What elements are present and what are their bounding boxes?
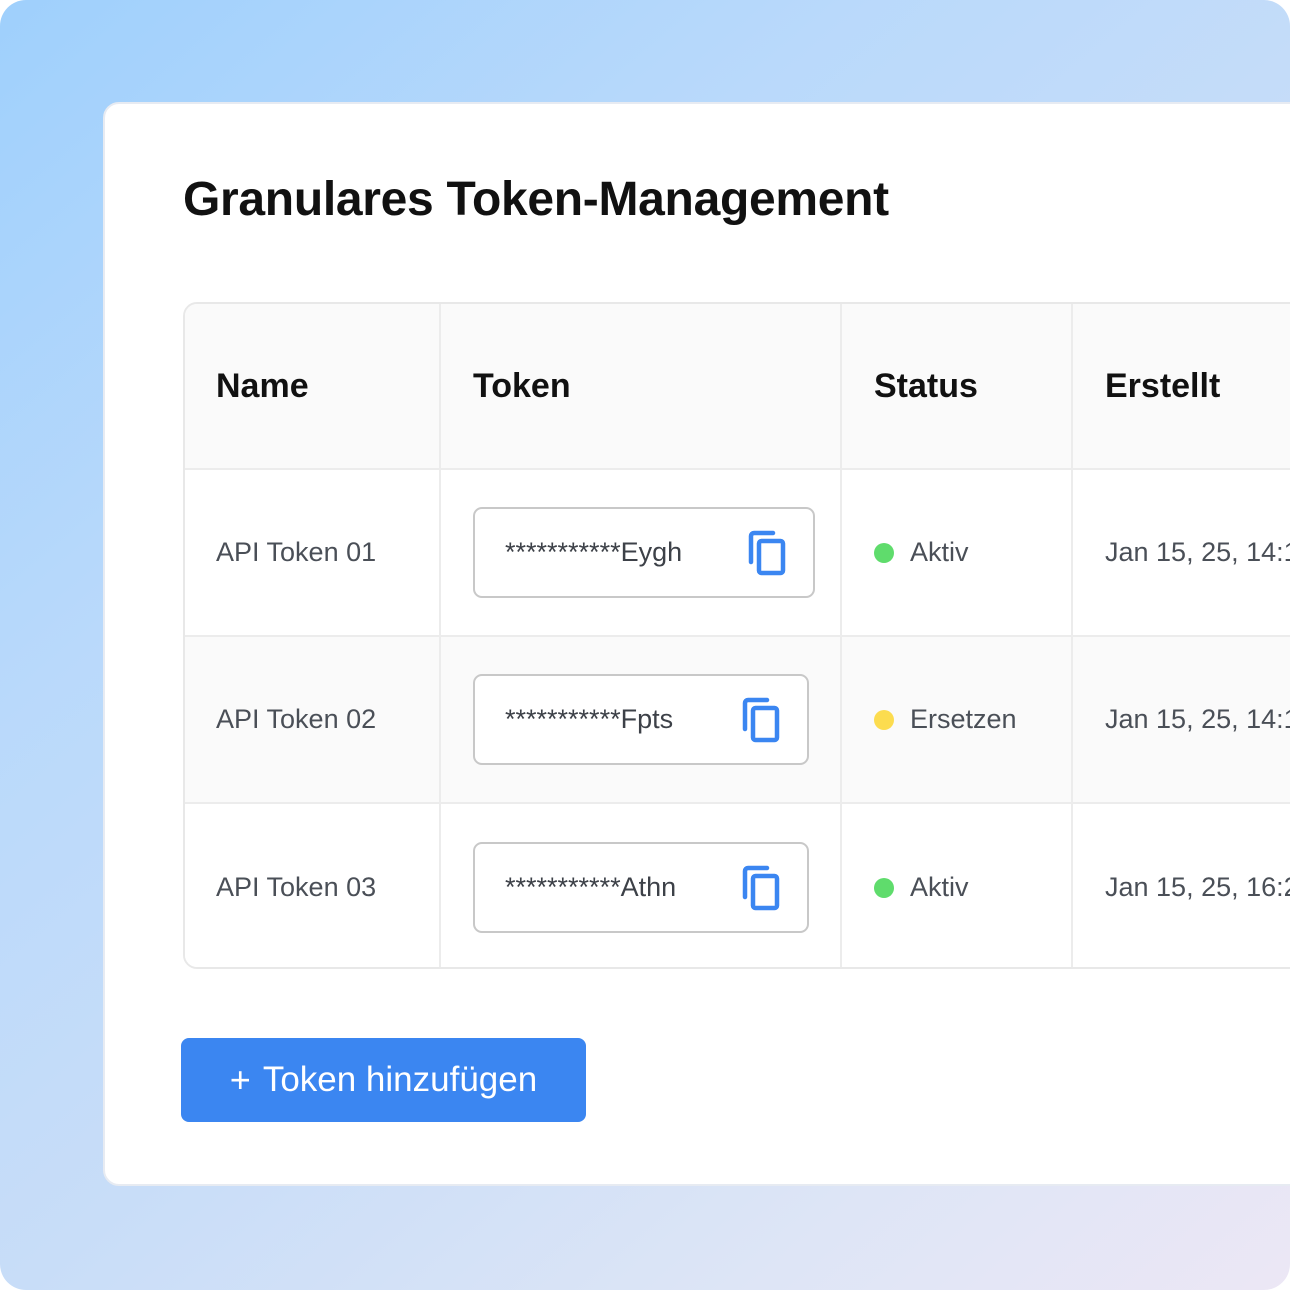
- token-status-cell: Ersetzen: [842, 637, 1073, 802]
- token-created-date: Jan 15, 25, 16:2: [1105, 872, 1290, 902]
- table-row: API Token 03 ***********Athn Aktiv Jan 1…: [185, 804, 1290, 967]
- token-field: ***********Fpts: [473, 674, 809, 765]
- token-field: ***********Athn: [473, 842, 809, 933]
- token-management-card: Granulares Token-Management Name Token S…: [103, 102, 1290, 1186]
- column-header-created: Erstellt: [1073, 304, 1290, 468]
- status-indicator-dot: [874, 542, 894, 563]
- token-name-cell: API Token 02: [185, 637, 441, 802]
- page-title: Granulares Token-Management: [183, 173, 889, 226]
- token-created-date: Jan 15, 25, 14:1: [1105, 537, 1290, 567]
- token-created-date: Jan 15, 25, 14:1: [1105, 704, 1290, 734]
- token-name: API Token 03: [216, 872, 377, 902]
- column-header-name: Name: [185, 304, 441, 468]
- token-status-cell: Aktiv: [842, 804, 1073, 967]
- token-created-cell: Jan 15, 25, 16:2: [1073, 804, 1290, 967]
- token-status: Aktiv: [910, 872, 969, 902]
- token-status-cell: Aktiv: [842, 470, 1073, 635]
- token-name: API Token 02: [216, 704, 377, 734]
- token-field: ***********Eygh: [473, 507, 815, 598]
- plus-icon: +: [229, 1059, 251, 1100]
- table-row: API Token 02 ***********Fpts Ersetzen Ja…: [185, 637, 1290, 804]
- token-created-cell: Jan 15, 25, 14:1: [1073, 470, 1290, 635]
- copy-icon[interactable]: [741, 697, 781, 743]
- token-table: Name Token Status Erstellt API Token 01: [183, 302, 1290, 969]
- token-status: Ersetzen: [910, 704, 1017, 734]
- copy-icon[interactable]: [747, 530, 787, 576]
- status-indicator-dot: [874, 709, 894, 730]
- token-name: API Token 01: [216, 537, 377, 567]
- copy-icon[interactable]: [741, 865, 781, 911]
- status-indicator-dot: [874, 877, 894, 898]
- token-name-cell: API Token 03: [185, 804, 441, 967]
- token-value-cell: ***********Fpts: [441, 637, 842, 802]
- column-header-status-label: Status: [874, 366, 978, 405]
- token-name-cell: API Token 01: [185, 470, 441, 635]
- token-masked-value: ***********Eygh: [505, 537, 683, 567]
- token-status: Aktiv: [910, 537, 969, 567]
- table-header-row: Name Token Status Erstellt: [185, 304, 1290, 470]
- table-row: API Token 01 ***********Eygh Aktiv Jan 1…: [185, 470, 1290, 637]
- add-token-button[interactable]: + Token hinzufügen: [181, 1038, 586, 1122]
- token-created-cell: Jan 15, 25, 14:1: [1073, 637, 1290, 802]
- token-masked-value: ***********Fpts: [505, 704, 674, 734]
- token-masked-value: ***********Athn: [505, 872, 677, 902]
- token-value-cell: ***********Athn: [441, 804, 842, 967]
- add-token-label: Token hinzufügen: [262, 1060, 538, 1099]
- token-value-cell: ***********Eygh: [441, 470, 842, 635]
- column-header-token: Token: [441, 304, 842, 468]
- column-header-name-label: Name: [216, 366, 309, 405]
- column-header-created-label: Erstellt: [1105, 366, 1221, 405]
- column-header-status: Status: [842, 304, 1073, 468]
- column-header-token-label: Token: [473, 366, 571, 405]
- background: Granulares Token-Management Name Token S…: [0, 0, 1290, 1290]
